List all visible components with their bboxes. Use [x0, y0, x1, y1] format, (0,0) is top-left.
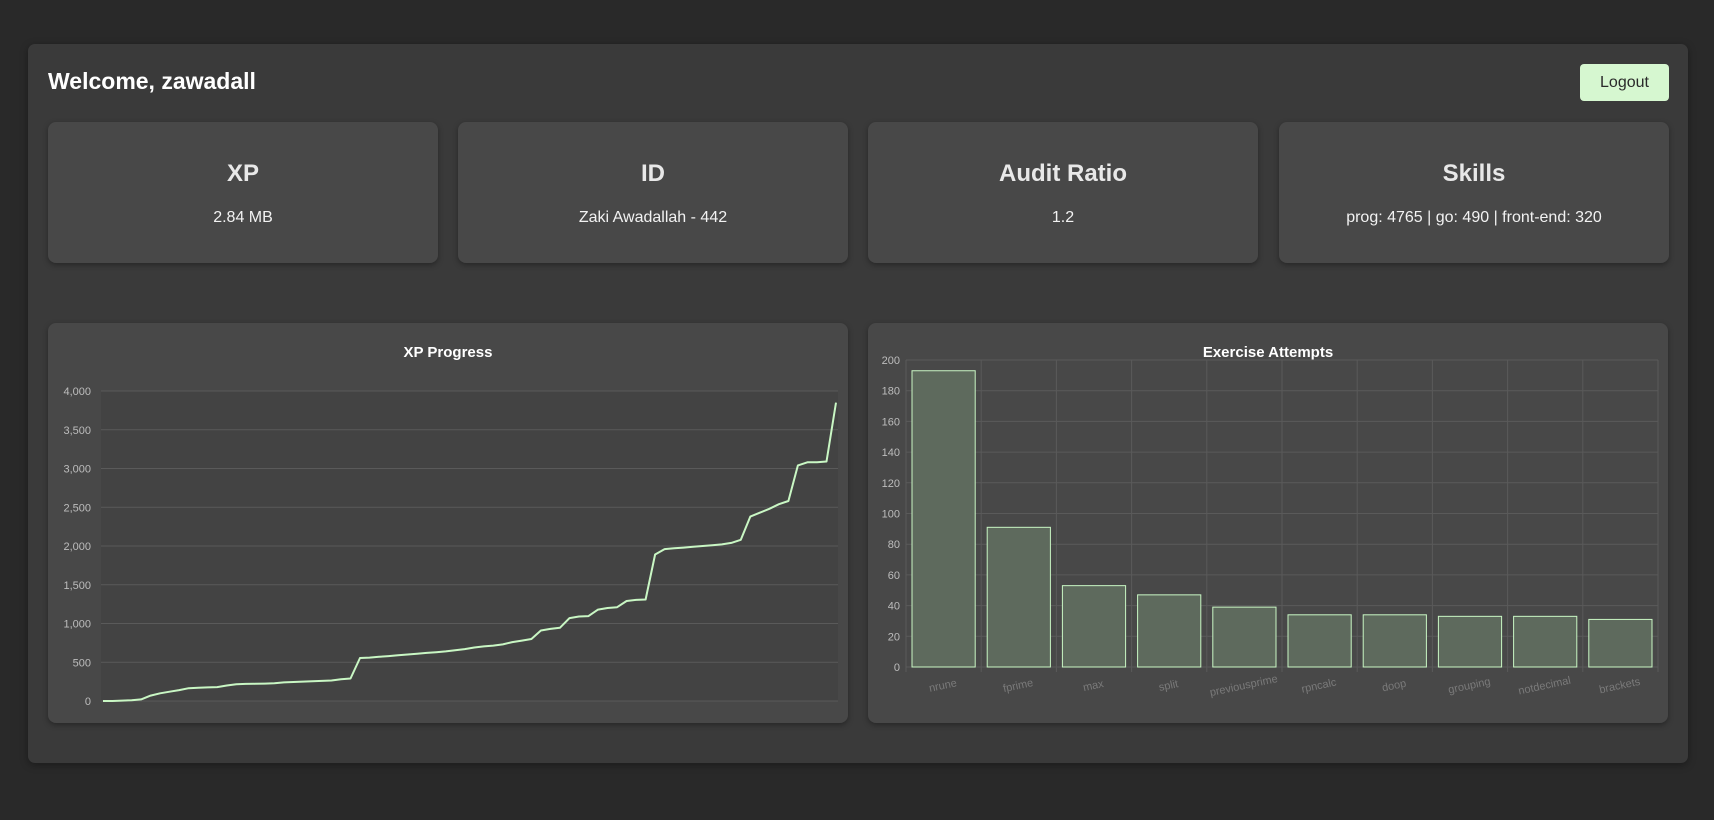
- skills-card-value: prog: 4765 | go: 490 | front-end: 320: [1346, 209, 1602, 226]
- y-tick-label: 120: [882, 478, 900, 490]
- skills-card: Skills prog: 4765 | go: 490 | front-end:…: [1279, 122, 1669, 263]
- x-tick-label: brackets: [1598, 676, 1642, 696]
- bar: [911, 370, 976, 668]
- audit-ratio-card-value: 1.2: [1051, 209, 1075, 226]
- y-tick-label: 100: [882, 509, 900, 521]
- id-card-title: ID: [641, 160, 665, 187]
- xp-progress-chart-title: XP Progress: [404, 344, 493, 361]
- bar: [1362, 614, 1427, 668]
- audit-ratio-card: Audit Ratio 1.2: [868, 122, 1258, 263]
- bar: [1137, 594, 1202, 668]
- bar: [1513, 615, 1578, 668]
- y-tick-label: 2,500: [63, 502, 91, 514]
- y-tick-label: 200: [882, 355, 900, 367]
- y-tick-label: 2,000: [63, 541, 91, 553]
- y-tick-label: 80: [888, 539, 900, 551]
- y-tick-label: 4,000: [63, 386, 91, 398]
- xp-card-title: XP: [226, 160, 259, 187]
- x-tick-label: doop: [1381, 678, 1407, 695]
- x-tick-label: rpncalc: [1300, 676, 1338, 695]
- skills-card-title: Skills: [1442, 160, 1506, 187]
- x-tick-label: nrune: [928, 677, 958, 695]
- bar: [1061, 585, 1127, 668]
- x-tick-label: grouping: [1447, 676, 1491, 697]
- xp-progress-chart-card: XP Progress 0 500 1,000 1,500 2,000 2,500 3,00…: [48, 323, 848, 723]
- id-card: ID Zaki Awadallah - 442: [458, 122, 848, 263]
- id-card-value: Zaki Awadallah - 442: [578, 209, 728, 226]
- bar: [1287, 614, 1352, 668]
- bar: [1437, 615, 1503, 668]
- y-tick-label: 1,500: [63, 580, 91, 592]
- x-tick-label: fprime: [1002, 677, 1034, 695]
- exercise-attempts-chart-card: Exercise Attempts 0 20 40 60 80 100 120 140 160 1…: [868, 323, 1668, 723]
- exercise-attempts-chart: Exercise Attempts 0 20 40 60 80 100 120 140 160 1…: [882, 344, 1659, 699]
- y-tick-label: 500: [73, 657, 91, 669]
- exercise-attempts-chart-title: Exercise Attempts: [1203, 344, 1333, 361]
- y-tick-label: 180: [882, 386, 900, 398]
- y-tick-label: 0: [85, 696, 91, 708]
- x-tick-label: max: [1082, 678, 1105, 694]
- y-tick-label: 60: [888, 570, 900, 582]
- audit-ratio-card-title: Audit Ratio: [999, 160, 1127, 187]
- y-tick-label: 1,000: [63, 619, 91, 631]
- bar: [1212, 606, 1277, 668]
- x-tick-label: notdecimal: [1517, 675, 1572, 698]
- y-tick-label: 160: [882, 416, 900, 428]
- y-tick-label: 0: [894, 662, 900, 674]
- xp-card-value: 2.84 MB: [213, 209, 273, 226]
- x-tick-label: split: [1158, 678, 1180, 694]
- x-tick-label: previousprime: [1209, 673, 1279, 699]
- bar: [986, 526, 1051, 668]
- xp-progress-chart: XP Progress 0 500 1,000 1,500 2,000 2,500 3,00…: [63, 344, 838, 708]
- xp-card: XP 2.84 MB: [48, 122, 438, 263]
- logout-button[interactable]: Logout: [1580, 64, 1669, 101]
- y-tick-label: 140: [882, 447, 900, 459]
- y-tick-label: 20: [888, 631, 900, 643]
- y-tick-label: 3,000: [63, 464, 91, 476]
- bar: [1588, 618, 1653, 668]
- y-tick-label: 40: [888, 601, 900, 613]
- y-tick-label: 3,500: [63, 425, 91, 437]
- welcome-heading: Welcome, zawadall: [48, 68, 256, 94]
